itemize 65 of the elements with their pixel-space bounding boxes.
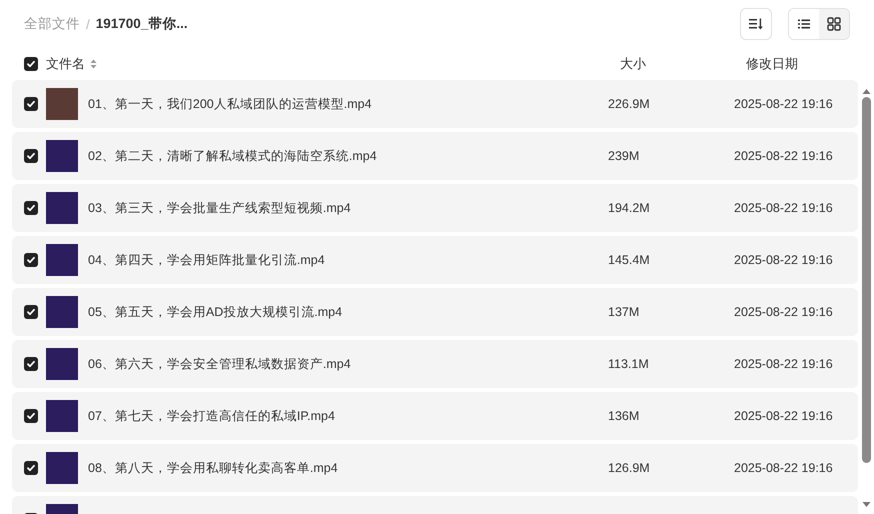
- file-name: 01、第一天，我们200人私域团队的运营模型.mp4: [88, 96, 373, 112]
- sort-button[interactable]: [740, 8, 772, 40]
- file-size: 239M: [608, 149, 640, 163]
- list-icon: [797, 17, 811, 31]
- file-size: 137M: [608, 305, 640, 319]
- column-header[interactable]: 大小: [620, 55, 746, 73]
- file-row[interactable]: 03、第三天，学会批量生产线索型短视频.mp4 194.2M 2025-08-22 19:16: [12, 184, 858, 232]
- file-name: 08、第八天，学会用私聊转化卖高客单.mp4: [88, 460, 339, 476]
- modified-date: 2025-08-22 19:16: [734, 357, 834, 371]
- grid-view-button[interactable]: [819, 9, 849, 39]
- column-label: 修改日期: [746, 55, 798, 73]
- column-label: 大小: [620, 55, 646, 73]
- video-thumbnail: [46, 296, 78, 328]
- modified-date: 2025-08-22 19:16: [734, 97, 834, 111]
- checkbox[interactable]: [24, 357, 38, 371]
- video-thumbnail: [46, 140, 78, 172]
- checkbox[interactable]: [24, 461, 38, 475]
- sort-icon: [749, 18, 763, 30]
- file-row[interactable]: 05、第五天，学会用AD投放大规模引流.mp4 137M 2025-08-22 19:16: [12, 288, 858, 336]
- file-name: 04、第四天，学会用矩阵批量化引流.mp4: [88, 252, 326, 268]
- checkbox[interactable]: [24, 409, 38, 423]
- video-thumbnail: [46, 192, 78, 224]
- column-label: 文件名: [46, 55, 85, 73]
- file-name: 02、第二天，清晰了解私域模式的海陆空系统.mp4: [88, 148, 378, 164]
- file-size: 145.4M: [608, 253, 651, 267]
- file-row[interactable]: 07、第七天，学会打造高信任的私域IP.mp4 136M 2025-08-22 19:16: [12, 392, 858, 440]
- breadcrumb-link[interactable]: 191700_带你...: [96, 15, 188, 33]
- file-row[interactable]: 01、第一天，我们200人私域团队的运营模型.mp4 226.9M 2025-08-22 19:16: [12, 80, 858, 128]
- file-name: 05、第五天，学会用AD投放大规模引流.mp4: [88, 304, 344, 320]
- video-thumbnail: [46, 452, 78, 484]
- column-header[interactable]: 文件名: [46, 55, 620, 73]
- file-row[interactable]: 08、第八天，学会用私聊转化卖高客单.mp4 126.9M 2025-08-22 19:16: [12, 444, 858, 492]
- file-row[interactable]: 06、第六天，学会安全管理私域数据资产.mp4 113.1M 2025-08-22 19:16: [12, 340, 858, 388]
- file-name: 03、第三天，学会批量生产线索型短视频.mp4: [88, 200, 352, 216]
- modified-date: 2025-08-22 19:16: [734, 253, 834, 267]
- video-thumbnail: [46, 88, 78, 120]
- file-row[interactable]: 02、第二天，清晰了解私域模式的海陆空系统.mp4 239M 2025-08-22 19:16: [12, 132, 858, 180]
- scroll-up-icon[interactable]: [862, 88, 870, 95]
- breadcrumb-separator: /: [86, 16, 90, 32]
- file-size: 194.2M: [608, 201, 651, 215]
- file-size: 136M: [608, 409, 640, 423]
- modified-date: 2025-08-22 19:16: [734, 305, 834, 319]
- video-thumbnail: [46, 244, 78, 276]
- video-thumbnail: [46, 400, 78, 432]
- file-name: 06、第六天，学会安全管理私域数据资产.mp4: [88, 356, 352, 372]
- file-row[interactable]: 04、第四天，学会用矩阵批量化引流.mp4 145.4M 2025-08-22 19:16: [12, 236, 858, 284]
- modified-date: 2025-08-22 19:16: [734, 461, 834, 475]
- modified-date: 2025-08-22 19:16: [734, 409, 834, 423]
- video-thumbnail: [46, 348, 78, 380]
- sort-icon[interactable]: [90, 59, 97, 69]
- modified-date: 2025-08-22 19:16: [734, 149, 834, 163]
- checkbox[interactable]: [24, 201, 38, 215]
- checkbox[interactable]: [24, 305, 38, 319]
- checkbox[interactable]: [24, 57, 38, 71]
- grid-icon: [827, 17, 841, 31]
- checkbox[interactable]: [24, 253, 38, 267]
- file-size: 226.9M: [608, 97, 651, 111]
- file-size: 126.9M: [608, 461, 651, 475]
- modified-date: 2025-08-22 19:16: [734, 201, 834, 215]
- scroll-down-icon[interactable]: [862, 501, 870, 508]
- checkbox[interactable]: [24, 97, 38, 111]
- file-name: 07、第七天，学会打造高信任的私域IP.mp4: [88, 408, 336, 424]
- file-size: 113.1M: [608, 357, 650, 371]
- checkbox[interactable]: [24, 149, 38, 163]
- column-header[interactable]: 修改日期: [746, 55, 874, 73]
